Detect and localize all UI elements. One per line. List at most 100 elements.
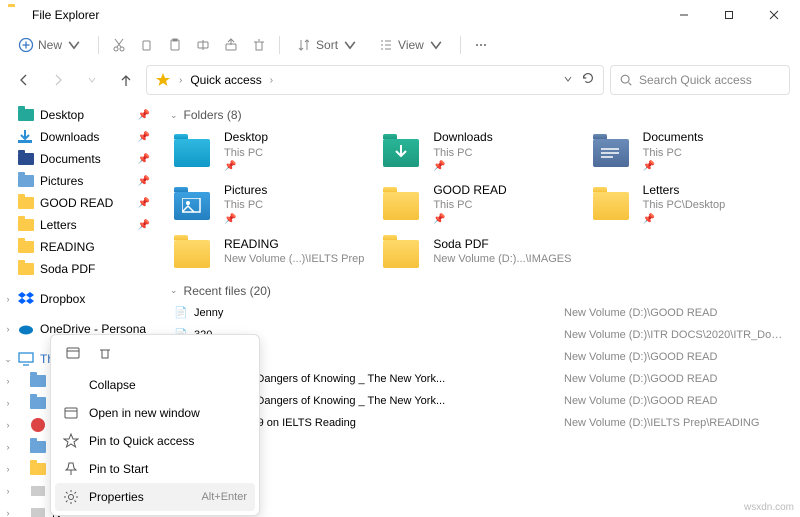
chevron-right-icon[interactable]: › xyxy=(2,464,14,474)
folder-item-desktop[interactable]: DesktopThis PC📌 xyxy=(170,126,371,177)
sidebar-item-downloads[interactable]: Downloads📌 xyxy=(0,126,160,148)
copy-button[interactable] xyxy=(135,33,159,57)
back-button[interactable] xyxy=(10,66,38,94)
view-button[interactable]: View xyxy=(370,33,452,57)
open-icon-button[interactable] xyxy=(59,339,87,367)
chevron-right-icon[interactable]: › xyxy=(270,75,273,86)
paste-button[interactable] xyxy=(163,33,187,57)
disc-icon xyxy=(31,418,45,432)
chevron-right-icon[interactable]: › xyxy=(2,420,14,430)
properties-icon xyxy=(63,489,79,505)
delete-button[interactable] xyxy=(247,33,271,57)
drive-icon xyxy=(30,397,46,409)
recent-dropdown[interactable] xyxy=(78,66,106,94)
documents-icon xyxy=(18,153,34,165)
sidebar-item-pictures[interactable]: Pictures📌 xyxy=(0,170,160,192)
more-button[interactable] xyxy=(469,33,493,57)
folders-header[interactable]: ⌄ Folders (8) xyxy=(170,104,790,126)
sidebar-item-sodapdf[interactable]: Soda PDF xyxy=(0,258,160,280)
breadcrumb-root[interactable]: Quick access xyxy=(186,71,265,89)
cut-button[interactable] xyxy=(107,33,131,57)
address-bar[interactable]: › Quick access › xyxy=(146,65,604,95)
recent-group: ⌄ Recent files (20) 📄JennyNew Volume (D:… xyxy=(170,280,790,434)
sidebar-item-dropbox[interactable]: ›Dropbox xyxy=(0,288,160,310)
rename-button[interactable] xyxy=(191,33,215,57)
search-icon xyxy=(619,73,633,87)
sidebar-item-documents[interactable]: Documents📌 xyxy=(0,148,160,170)
pin-start-icon xyxy=(63,461,79,477)
close-button[interactable] xyxy=(751,0,796,30)
folder-item-goodread[interactable]: GOOD READThis PC📌 xyxy=(379,179,580,230)
folder-icon xyxy=(383,240,419,268)
accelerator: Alt+Enter xyxy=(201,491,247,503)
chevron-right-icon[interactable]: › xyxy=(2,376,14,386)
folders-group: ⌄ Folders (8) DesktopThis PC📌 DownloadsT… xyxy=(170,104,790,272)
context-collapse[interactable]: Collapse xyxy=(55,371,255,399)
sidebar-item-letters[interactable]: Letters📌 xyxy=(0,214,160,236)
chevron-right-icon[interactable]: › xyxy=(179,75,182,86)
window-buttons xyxy=(661,0,796,30)
folder-item-reading[interactable]: READINGNew Volume (...)\IELTS Prep xyxy=(170,232,371,272)
forward-button[interactable] xyxy=(44,66,72,94)
context-icon-row xyxy=(55,339,255,371)
command-bar: New Sort View xyxy=(0,30,800,60)
sidebar-item-reading[interactable]: READING xyxy=(0,236,160,258)
file-icon: 📄 xyxy=(174,306,194,319)
context-properties[interactable]: PropertiesAlt+Enter xyxy=(55,483,255,511)
chevron-right-icon[interactable]: › xyxy=(2,486,14,496)
chevron-right-icon[interactable]: › xyxy=(2,508,14,517)
pin-icon: 📌 xyxy=(433,160,492,173)
chevron-right-icon[interactable]: › xyxy=(2,398,14,408)
chevron-right-icon[interactable]: › xyxy=(2,324,14,334)
refresh-button[interactable] xyxy=(581,71,595,90)
desktop-folder-icon xyxy=(174,139,210,167)
file-row[interactable]: 📄320New Volume (D:)\ITR DOCS\2020\ITR_Do… xyxy=(170,324,790,346)
file-row[interactable]: 📄2 - Copy (2)New Volume (D:)\GOOD READ xyxy=(170,346,790,368)
folder-icon xyxy=(18,197,34,209)
context-pin-quick-access[interactable]: Pin to Quick access xyxy=(55,427,255,455)
chevron-right-icon[interactable]: › xyxy=(2,294,14,304)
file-row[interactable]: 📄ing get band 9 on IELTS ReadingNew Volu… xyxy=(170,412,790,434)
context-pin-start[interactable]: Pin to Start xyxy=(55,455,255,483)
drive-icon xyxy=(30,463,46,475)
documents-folder-icon xyxy=(593,139,629,167)
sidebar-item-desktop[interactable]: Desktop📌 xyxy=(0,104,160,126)
search-placeholder: Search Quick access xyxy=(639,73,752,87)
onedrive-icon xyxy=(18,323,34,335)
search-box[interactable]: Search Quick access xyxy=(610,65,790,95)
folder-item-pictures[interactable]: PicturesThis PC📌 xyxy=(170,179,371,230)
sidebar-item-goodread[interactable]: GOOD READ📌 xyxy=(0,192,160,214)
context-open-new-window[interactable]: Open in new window xyxy=(55,399,255,427)
new-button[interactable]: New xyxy=(10,33,90,57)
file-row[interactable]: 📄Egan on the Dangers of Knowing _ The Ne… xyxy=(170,368,790,390)
up-button[interactable] xyxy=(112,66,140,94)
delete-icon-button[interactable] xyxy=(91,339,119,367)
pin-icon: 📌 xyxy=(643,213,726,226)
window-icon xyxy=(63,405,79,421)
chevron-right-icon[interactable]: › xyxy=(2,442,14,452)
folder-item-letters[interactable]: LettersThis PC\Desktop📌 xyxy=(589,179,790,230)
pin-icon: 📌 xyxy=(138,198,156,209)
downloads-icon xyxy=(18,130,34,144)
folder-icon xyxy=(593,192,629,220)
recent-header[interactable]: ⌄ Recent files (20) xyxy=(170,280,790,302)
chevron-down-icon[interactable]: ⌄ xyxy=(2,354,14,365)
address-dropdown-icon[interactable] xyxy=(563,71,573,89)
maximize-button[interactable] xyxy=(706,0,751,30)
drive-icon xyxy=(30,441,46,453)
file-row[interactable]: 📄Egan on the Dangers of Knowing _ The Ne… xyxy=(170,390,790,412)
drive-icon xyxy=(31,486,45,496)
pin-icon: 📌 xyxy=(138,132,156,143)
sort-button[interactable]: Sort xyxy=(288,33,366,57)
pin-icon: 📌 xyxy=(138,220,156,231)
file-row[interactable]: 📄JennyNew Volume (D:)\GOOD READ xyxy=(170,302,790,324)
share-button[interactable] xyxy=(219,33,243,57)
folder-item-sodapdf[interactable]: Soda PDFNew Volume (D:)...\IMAGES xyxy=(379,232,580,272)
folder-icon xyxy=(18,219,34,231)
folder-item-documents[interactable]: DocumentsThis PC📌 xyxy=(589,126,790,177)
downloads-folder-icon xyxy=(383,139,419,167)
minimize-button[interactable] xyxy=(661,0,706,30)
folder-item-downloads[interactable]: DownloadsThis PC📌 xyxy=(379,126,580,177)
chevron-down-icon: ⌄ xyxy=(170,285,178,296)
folder-icon xyxy=(18,263,34,275)
